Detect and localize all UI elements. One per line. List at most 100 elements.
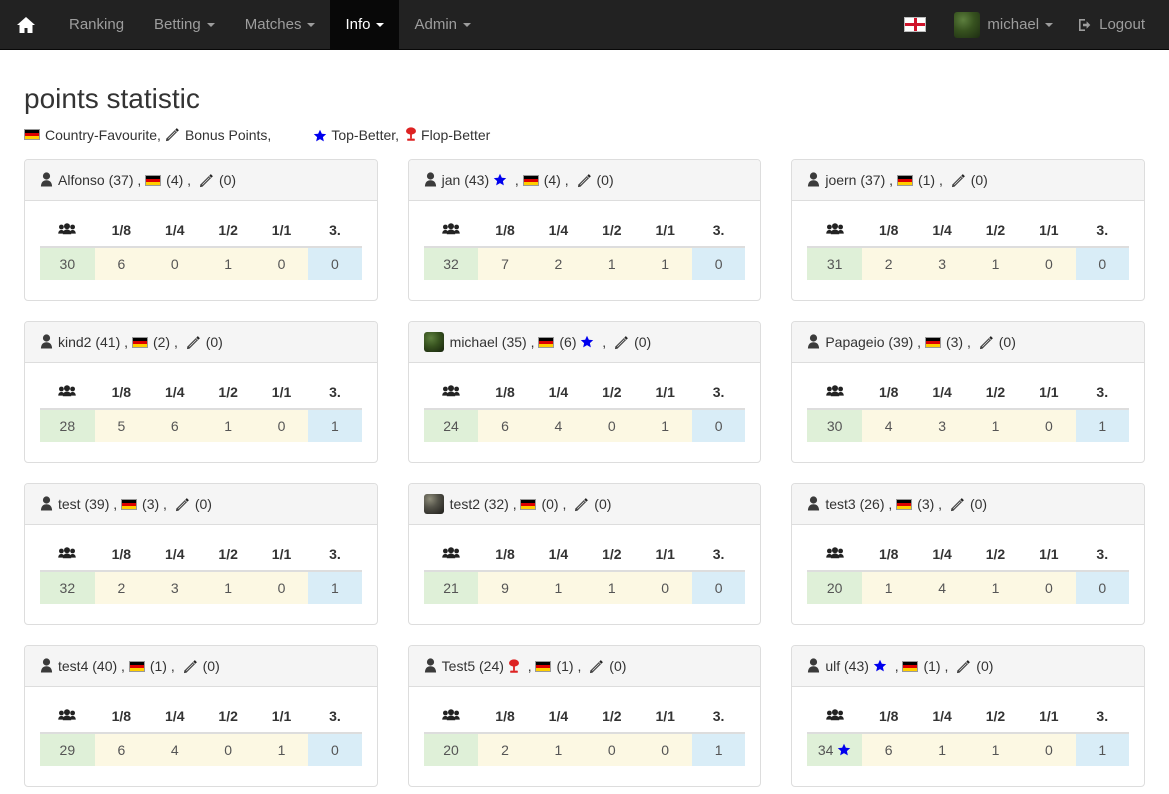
- magic-wand-icon: [956, 659, 971, 674]
- cell-sum: 32: [423, 246, 479, 280]
- avatar: [423, 331, 444, 352]
- player-name: Alfonso: [58, 171, 105, 188]
- table-row: 29 6 4 0 1 0: [40, 732, 362, 766]
- legend-bonus-points: Bonus Points,: [161, 125, 271, 145]
- column-header-eighth: 1/8: [94, 699, 149, 734]
- bonus-points-count: (0): [594, 495, 612, 512]
- logout-button[interactable]: Logout: [1067, 0, 1155, 49]
- cell-final: 0: [1022, 570, 1076, 604]
- column-header-third: 3.: [308, 537, 362, 572]
- cell-final: 0: [1022, 408, 1076, 442]
- stat-table: 1/8 1/4 1/2 1/1 3. 24 6 4 0 1 0: [423, 375, 746, 442]
- player-points: (37): [108, 171, 134, 188]
- column-header-half: 1/2: [585, 537, 639, 572]
- player-name: Test5: [441, 657, 476, 674]
- column-header-sum: [423, 699, 479, 734]
- player-points: (32): [483, 495, 509, 512]
- nav-item-info[interactable]: Info: [330, 0, 400, 49]
- column-header-eighth: 1/8: [94, 537, 149, 572]
- cell-sum: 21: [423, 570, 479, 604]
- column-header-sum: [423, 537, 479, 572]
- card-body: 1/8 1/4 1/2 1/1 3. 34 6 1 1 0 1: [792, 687, 1144, 786]
- cell-half: 1: [585, 570, 639, 604]
- magic-wand-icon: [577, 173, 592, 188]
- cell-quarter: 0: [148, 246, 202, 280]
- magic-wand-icon: [951, 173, 966, 188]
- player-points: (39): [888, 333, 914, 350]
- nav-item-betting[interactable]: Betting: [139, 0, 230, 49]
- column-header-third: 3.: [308, 699, 362, 734]
- player-points: (43): [844, 657, 869, 674]
- magic-wand-icon: [589, 659, 604, 674]
- player-points: (41): [95, 333, 121, 350]
- user-icon: [424, 172, 437, 187]
- cell-half: 1: [968, 246, 1023, 280]
- player-points: (39): [84, 495, 110, 512]
- cell-quarter: 3: [148, 570, 202, 604]
- column-header-quarter: 1/4: [915, 375, 969, 410]
- nav-item-admin[interactable]: Admin: [399, 0, 486, 49]
- player-stat-card: Test5 (24) , (1) , (0) 1/8 1/4 1/2 1/1 3. 20 2 1…: [407, 644, 762, 787]
- avatar: [954, 11, 981, 38]
- user-icon: [807, 334, 820, 349]
- column-header-half: 1/2: [201, 699, 255, 734]
- users-icon: [58, 222, 77, 237]
- legend-label: Country-Favourite,: [45, 126, 161, 143]
- table-header-row: 1/8 1/4 1/2 1/1 3.: [423, 537, 746, 572]
- column-header-sum: [423, 213, 479, 248]
- card-header: test (39) , (3) , (0): [25, 483, 377, 525]
- cell-final: 0: [254, 246, 309, 280]
- cell-final: 1: [638, 408, 692, 442]
- cell-half: 1: [201, 246, 255, 280]
- column-header-eighth: 1/8: [862, 375, 916, 410]
- table-row: 30 6 0 1 0 0: [40, 246, 362, 280]
- user-icon: [807, 172, 820, 187]
- navbar-left: Ranking Betting Matches Info Admin: [0, 0, 486, 49]
- card-header: joern (37) , (1) , (0): [792, 159, 1144, 201]
- cell-quarter: 1: [531, 570, 586, 604]
- column-header-final: 1/1: [1022, 213, 1076, 248]
- bonus-points-count: (0): [976, 657, 994, 674]
- column-header-third: 3.: [308, 375, 362, 410]
- column-header-final: 1/1: [254, 213, 309, 248]
- user-menu[interactable]: michael: [940, 0, 1067, 49]
- column-header-eighth: 1/8: [862, 537, 916, 572]
- page-title: points statistic: [24, 83, 200, 114]
- player-stat-card: jan (43) , (4) , (0) 1/8 1/4 1/2 1/1 3. 32 7 2 1 1…: [407, 158, 762, 301]
- bonus-points-count: (0): [202, 657, 220, 674]
- column-header-final: 1/1: [254, 375, 309, 410]
- table-header-row: 1/8 1/4 1/2 1/1 3.: [423, 699, 746, 734]
- legend: Country-Favourite, Bonus Points, Top-Bet…: [24, 125, 1145, 145]
- cell-eighth: 7: [478, 246, 532, 280]
- cell-quarter: 3: [915, 246, 969, 280]
- navbar-right: michael Logout: [890, 0, 1169, 49]
- cell-final: 1: [254, 732, 309, 766]
- language-switcher[interactable]: [890, 0, 940, 49]
- cell-eighth: 2: [478, 732, 532, 766]
- country-favourite-count: (4): [543, 171, 561, 188]
- trophy-icon: [508, 659, 520, 674]
- player-name: Papageio: [825, 333, 885, 350]
- user-icon: [424, 658, 437, 673]
- table-header-row: 1/8 1/4 1/2 1/1 3.: [40, 537, 362, 572]
- cell-third: 0: [308, 732, 362, 766]
- cell-final: 1: [638, 246, 692, 280]
- player-points: (37): [860, 171, 886, 188]
- user-icon: [807, 658, 820, 673]
- cell-sum: 29: [40, 732, 95, 766]
- legend-label: Flop-Better: [421, 126, 491, 143]
- chevron-down-icon: [1045, 22, 1054, 27]
- cell-half: 1: [968, 570, 1023, 604]
- users-icon: [58, 384, 77, 399]
- nav-item-ranking[interactable]: Ranking: [54, 0, 139, 49]
- column-header-quarter: 1/4: [531, 213, 586, 248]
- nav-item-matches[interactable]: Matches: [230, 0, 331, 49]
- chevron-down-icon: [206, 22, 215, 27]
- cell-sum: 28: [40, 408, 95, 442]
- home-button[interactable]: [0, 0, 54, 49]
- stat-table: 1/8 1/4 1/2 1/1 3. 30 4 3 1 0 1: [807, 375, 1129, 442]
- column-header-sum: [40, 213, 95, 248]
- users-icon: [825, 546, 844, 561]
- column-header-half: 1/2: [201, 375, 255, 410]
- player-stat-card: ulf (43) , (1) , (0) 1/8 1/4 1/2 1/1 3. 34 6 1 1 0…: [791, 644, 1145, 787]
